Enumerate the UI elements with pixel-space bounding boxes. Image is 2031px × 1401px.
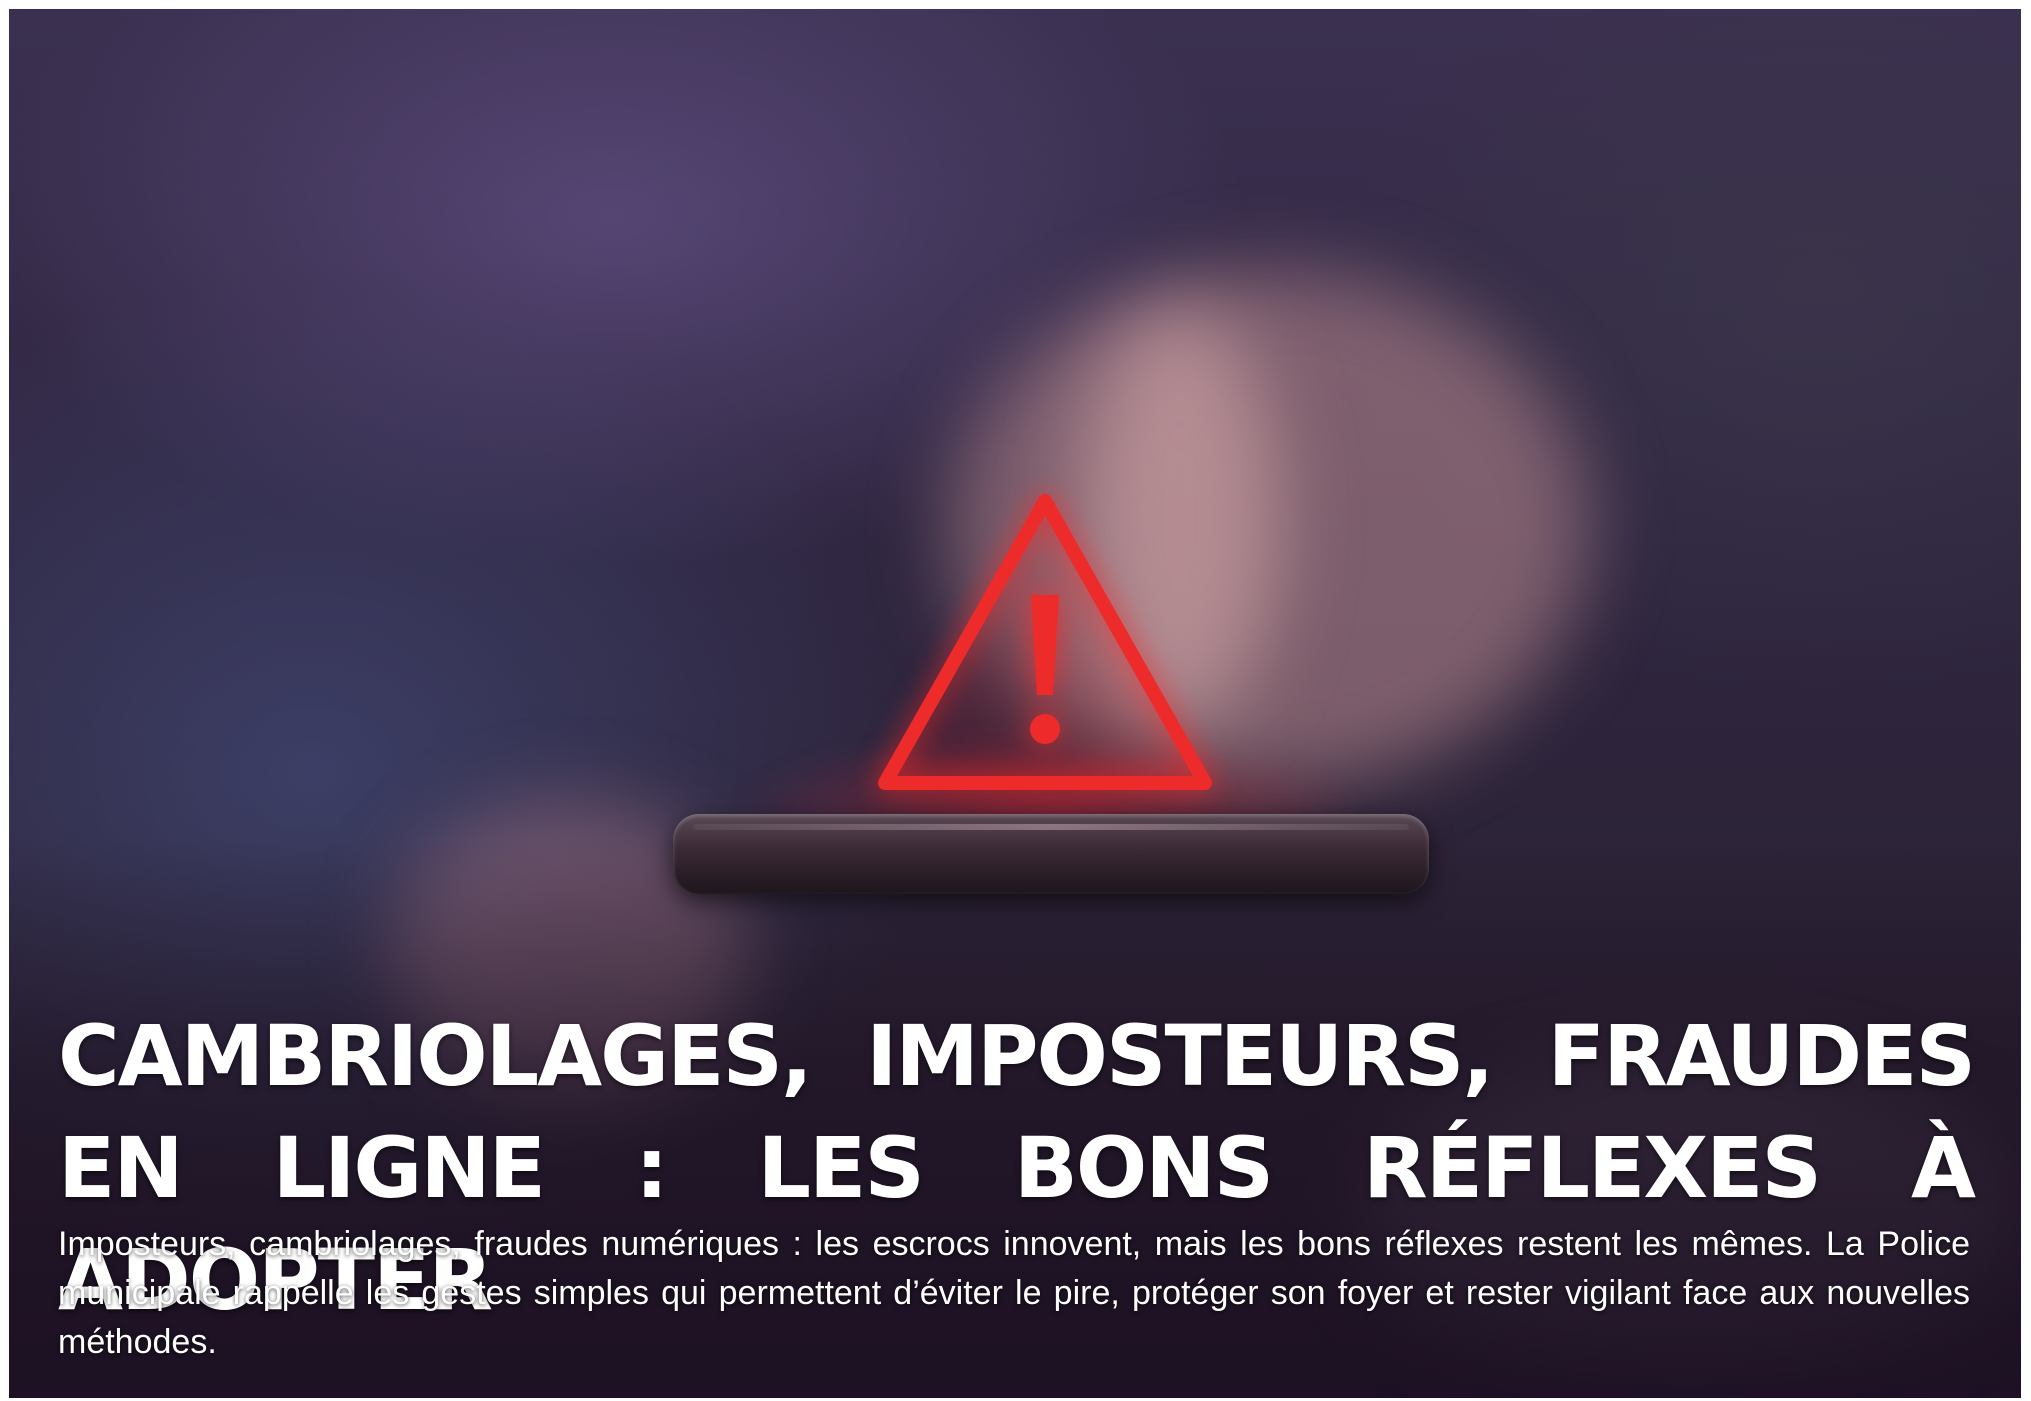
phone-edge (693, 824, 1409, 830)
headline-line-1: CAMBRIOLAGES, IMPOSTEURS, FRAUDES (58, 1007, 1976, 1105)
lead-paragraph: Imposteurs, cambriolages, fraudes numéri… (58, 1225, 1970, 1361)
exclamation-dot-icon (1030, 714, 1060, 744)
warning-triangle-icon (878, 494, 1212, 790)
